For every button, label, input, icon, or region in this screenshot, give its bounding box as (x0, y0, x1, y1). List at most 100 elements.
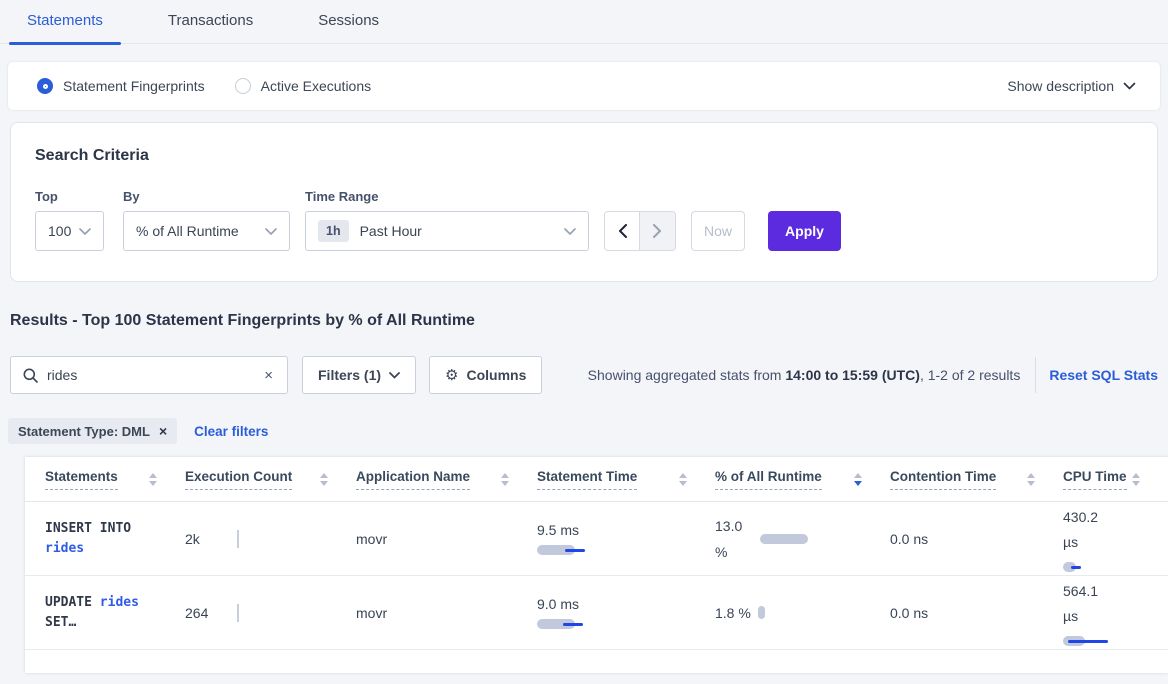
table-row[interactable]: UPDATE rides SET… 264 movr 9.0 ms 1.8 % … (25, 576, 1168, 650)
radio-selected-icon (37, 78, 53, 94)
time-range-label: Time Range (305, 189, 589, 204)
statement-cell: INSERT INTO rides (45, 519, 155, 559)
stats-time-range: 14:00 to 15:59 (UTC) (785, 367, 920, 383)
divider (1035, 357, 1036, 393)
statement-time-bar (537, 545, 597, 555)
execution-count-cell: 264 (185, 604, 356, 622)
now-button[interactable]: Now (691, 211, 745, 251)
time-range-value: Past Hour (360, 223, 422, 239)
filters-label: Filters (1) (318, 367, 381, 383)
time-range-field-group: Time Range 1h Past Hour (305, 189, 589, 251)
sort-icon[interactable] (501, 473, 509, 486)
statement-time-cell: 9.5 ms (537, 522, 715, 555)
column-header-statement-time[interactable]: Statement Time (537, 469, 715, 490)
radio-statement-fingerprints[interactable]: Statement Fingerprints (37, 78, 205, 94)
table-header-row: Statements Execution Count Application N… (25, 457, 1168, 502)
sort-icon[interactable] (679, 473, 687, 486)
apply-button[interactable]: Apply (768, 211, 841, 251)
top-label: Top (35, 189, 104, 204)
search-icon (23, 368, 38, 383)
by-label: By (123, 189, 290, 204)
execution-count-bar (237, 530, 239, 548)
percent-runtime-bar (760, 534, 808, 544)
column-header-cpu-time[interactable]: CPU Time (1063, 469, 1168, 490)
by-select-value: % of All Runtime (136, 223, 239, 239)
column-header-application-name[interactable]: Application Name (356, 469, 537, 490)
filter-chip-row: Statement Type: DML × Clear filters (8, 418, 1168, 444)
top-select-value: 100 (48, 223, 71, 239)
top-field-group: Top 100 (35, 189, 104, 251)
chevron-down-icon (564, 228, 576, 235)
application-name-cell: movr (356, 531, 537, 547)
results-controls-row: × Filters (1) ⚙ Columns Showing aggregat… (10, 356, 1158, 394)
search-criteria-panel: Search Criteria Top 100 By % of All Runt… (10, 122, 1158, 282)
search-criteria-controls: Top 100 By % of All Runtime Time Range 1… (35, 189, 1133, 251)
view-toggle-bar: Statement Fingerprints Active Executions… (8, 62, 1160, 110)
column-header-statements[interactable]: Statements (45, 469, 185, 490)
statement-time-bar (537, 619, 597, 629)
percent-runtime-bar (758, 606, 765, 619)
time-range-select[interactable]: 1h Past Hour (305, 211, 589, 251)
execution-count-bar (237, 604, 239, 622)
tab-statements[interactable]: Statements (9, 12, 121, 43)
statement-time-cell: 9.0 ms (537, 596, 715, 629)
tab-sessions[interactable]: Sessions (300, 12, 397, 43)
reset-sql-stats-link[interactable]: Reset SQL Stats (1049, 367, 1158, 383)
statements-table: Statements Execution Count Application N… (25, 457, 1168, 673)
search-input[interactable] (47, 367, 262, 383)
chevron-left-icon (618, 224, 627, 238)
sort-icon[interactable] (320, 473, 328, 486)
column-header-contention-time[interactable]: Contention Time (890, 469, 1063, 490)
chip-label: Statement Type: DML (18, 424, 150, 439)
filters-button[interactable]: Filters (1) (302, 356, 416, 394)
application-name-cell: movr (356, 605, 537, 621)
radio-unselected-icon (235, 78, 251, 94)
cpu-time-bar (1063, 636, 1123, 646)
sort-icon[interactable] (149, 473, 157, 486)
sort-icon[interactable] (1132, 473, 1140, 486)
radio-label: Statement Fingerprints (63, 78, 205, 94)
previous-time-window-button[interactable] (605, 212, 640, 250)
tab-transactions[interactable]: Transactions (150, 12, 271, 43)
aggregated-stats-note: Showing aggregated stats from 14:00 to 1… (588, 367, 1021, 383)
sort-icon-active-desc[interactable] (854, 473, 862, 486)
table-row[interactable]: INSERT INTO rides 2k movr 9.5 ms 13.0 % … (25, 502, 1168, 576)
show-description-toggle[interactable]: Show description (1007, 78, 1136, 94)
filter-chip-statement-type[interactable]: Statement Type: DML × (8, 418, 177, 444)
percent-runtime-cell: 1.8 % (715, 605, 890, 621)
time-window-arrows (604, 211, 676, 251)
by-select[interactable]: % of All Runtime (123, 211, 290, 251)
statement-search-box[interactable]: × (10, 356, 288, 394)
statement-fingerprint-link[interactable]: rides (45, 541, 84, 556)
cpu-time-bar (1063, 562, 1123, 572)
clear-filters-link[interactable]: Clear filters (194, 424, 268, 439)
contention-time-cell: 0.0 ns (890, 531, 1063, 547)
show-description-label: Show description (1007, 78, 1114, 94)
cpu-time-cell: 564.1 µs (1063, 579, 1168, 646)
radio-label: Active Executions (261, 78, 372, 94)
columns-button[interactable]: ⚙ Columns (429, 356, 542, 394)
chevron-down-icon (79, 228, 91, 235)
clear-search-icon[interactable]: × (262, 367, 275, 384)
column-header-percent-runtime[interactable]: % of All Runtime (715, 469, 890, 490)
gear-icon: ⚙ (445, 366, 458, 384)
execution-count-cell: 2k (185, 530, 356, 548)
chevron-down-icon (265, 228, 277, 235)
sort-icon[interactable] (1027, 473, 1035, 486)
results-heading: Results - Top 100 Statement Fingerprints… (10, 312, 1168, 330)
chevron-down-icon (389, 372, 400, 379)
contention-time-cell: 0.0 ns (890, 605, 1063, 621)
by-field-group: By % of All Runtime (123, 189, 290, 251)
column-header-execution-count[interactable]: Execution Count (185, 469, 356, 490)
next-time-window-button[interactable] (640, 212, 675, 250)
cpu-time-cell: 430.2 µs (1063, 505, 1168, 572)
top-select[interactable]: 100 (35, 211, 104, 251)
remove-chip-icon[interactable]: × (159, 423, 167, 439)
columns-label: Columns (466, 367, 526, 383)
radio-active-executions[interactable]: Active Executions (235, 78, 372, 94)
chevron-right-icon (653, 224, 662, 238)
statement-cell: UPDATE rides SET… (45, 593, 155, 633)
statement-fingerprint-link[interactable]: rides (100, 595, 139, 610)
top-tab-bar: Statements Transactions Sessions (0, 0, 1168, 44)
time-range-badge: 1h (318, 220, 349, 242)
